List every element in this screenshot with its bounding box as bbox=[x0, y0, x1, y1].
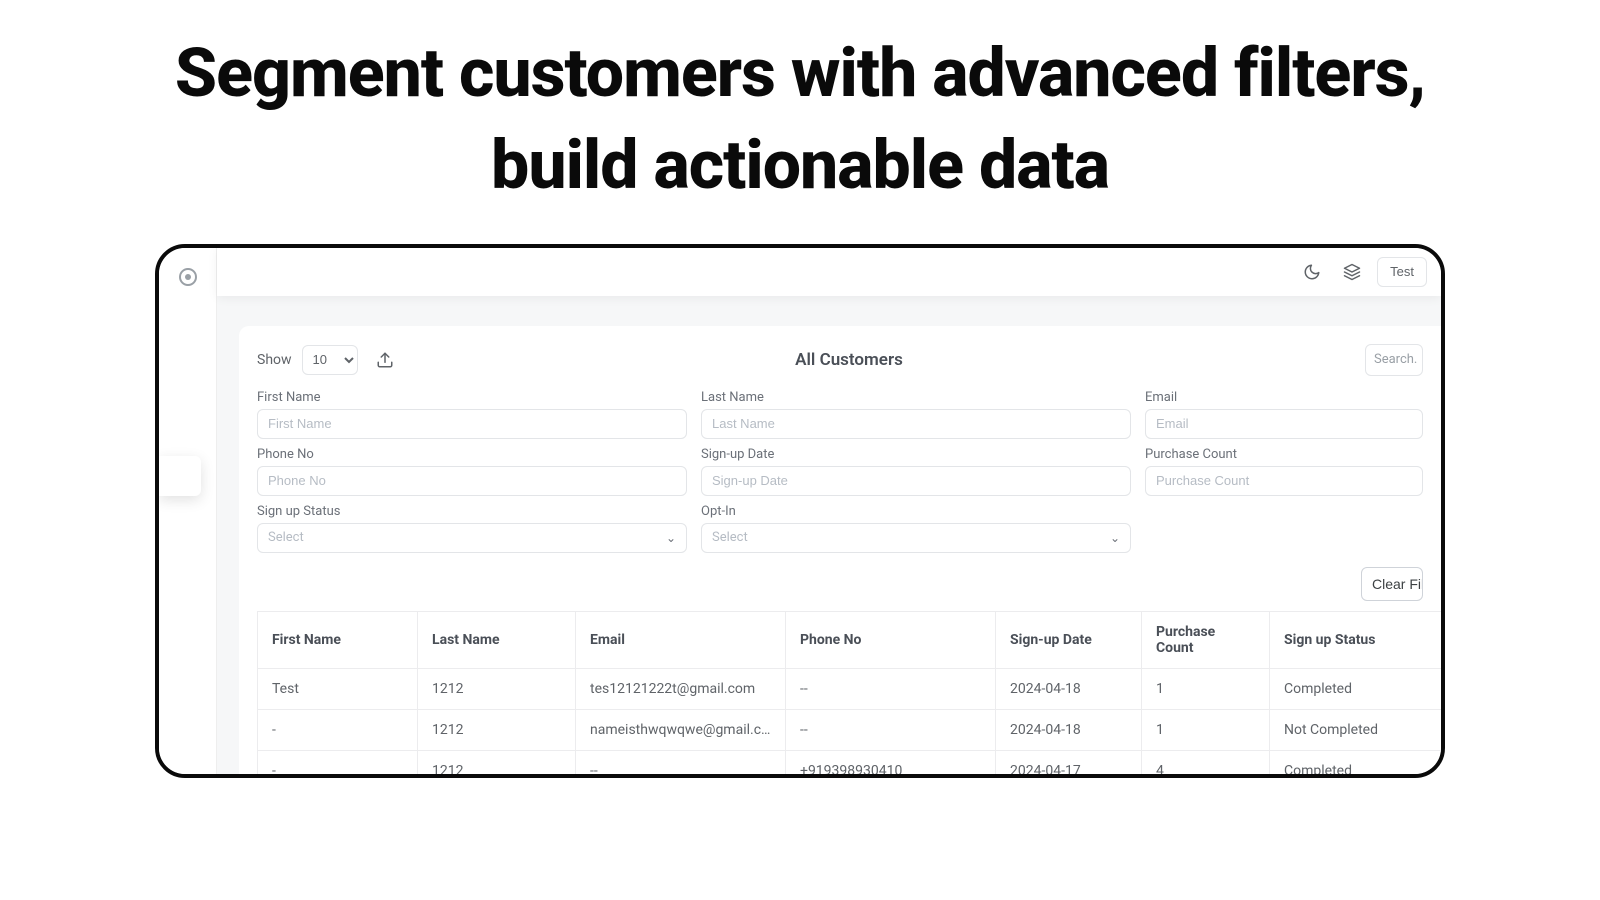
th-signup-status[interactable]: Sign up Status bbox=[1270, 611, 1442, 668]
cell-first-name: - bbox=[258, 709, 418, 750]
chevron-down-icon: ⌄ bbox=[666, 531, 676, 545]
customers-table: First Name Last Name Email Phone No Sign… bbox=[257, 611, 1442, 778]
filter-last-name: Last Name bbox=[701, 390, 1131, 439]
cell-last-name: 1212 bbox=[418, 709, 576, 750]
cell-purchase-count: 1 bbox=[1142, 668, 1270, 709]
clear-row: Clear Filters bbox=[257, 553, 1441, 611]
hero-heading: Segment customers with advanced filters,… bbox=[0, 0, 1600, 230]
test-button[interactable]: Test bbox=[1377, 257, 1427, 287]
rail-flyout-tab[interactable] bbox=[159, 456, 201, 496]
signup-date-input[interactable] bbox=[701, 466, 1131, 496]
hero-line-1: Segment customers with advanced filters, bbox=[175, 33, 1425, 113]
email-label: Email bbox=[1145, 390, 1423, 405]
cell-last-name: 1212 bbox=[418, 668, 576, 709]
cell-phone: -- bbox=[786, 668, 996, 709]
filter-purchase-count: Purchase Count bbox=[1145, 447, 1423, 496]
email-input[interactable] bbox=[1145, 409, 1423, 439]
target-icon[interactable] bbox=[179, 268, 197, 286]
layers-icon[interactable] bbox=[1337, 257, 1367, 287]
cell-purchase-count: 1 bbox=[1142, 709, 1270, 750]
signup-date-label: Sign-up Date bbox=[701, 447, 1131, 462]
cell-first-name: Test bbox=[258, 668, 418, 709]
panel-toolbar: Show 10 All Customers Search. bbox=[257, 344, 1441, 376]
page-size-select[interactable]: 10 bbox=[302, 345, 358, 375]
search-input[interactable]: Search. bbox=[1365, 344, 1423, 376]
cell-signup-date: 2024-04-17 bbox=[996, 750, 1142, 778]
cell-signup-status: Completed bbox=[1270, 750, 1442, 778]
cell-first-name: - bbox=[258, 750, 418, 778]
optin-select[interactable]: Select ⌄ bbox=[701, 523, 1131, 553]
filter-signup-status: Sign up Status Select ⌄ bbox=[257, 504, 687, 553]
phone-label: Phone No bbox=[257, 447, 687, 462]
table-row[interactable]: - 1212 nameisthwqwqwe@gmail.c... -- 2024… bbox=[258, 709, 1442, 750]
purchase-count-label: Purchase Count bbox=[1145, 447, 1423, 462]
first-name-label: First Name bbox=[257, 390, 687, 405]
signup-status-select[interactable]: Select ⌄ bbox=[257, 523, 687, 553]
cell-purchase-count: 4 bbox=[1142, 750, 1270, 778]
filter-phone: Phone No bbox=[257, 447, 687, 496]
filter-first-name: First Name bbox=[257, 390, 687, 439]
optin-label: Opt-In bbox=[701, 504, 1131, 519]
th-phone[interactable]: Phone No bbox=[786, 611, 996, 668]
left-rail bbox=[159, 248, 217, 774]
cell-signup-date: 2024-04-18 bbox=[996, 709, 1142, 750]
cell-last-name: 1212 bbox=[418, 750, 576, 778]
cell-phone: +919398930410 bbox=[786, 750, 996, 778]
clear-filters-button[interactable]: Clear Filters bbox=[1361, 567, 1423, 601]
panel-title: All Customers bbox=[795, 350, 903, 370]
table-row[interactable]: - 1212 -- +919398930410 2024-04-17 4 Com… bbox=[258, 750, 1442, 778]
cell-email: -- bbox=[576, 750, 786, 778]
main-panel: Show 10 All Customers Search. First Name… bbox=[239, 326, 1441, 774]
th-email[interactable]: Email bbox=[576, 611, 786, 668]
last-name-input[interactable] bbox=[701, 409, 1131, 439]
chevron-down-icon: ⌄ bbox=[1110, 531, 1120, 545]
filter-signup-date: Sign-up Date bbox=[701, 447, 1131, 496]
table-row[interactable]: Test 1212 tes12121222t@gmail.com -- 2024… bbox=[258, 668, 1442, 709]
filter-optin: Opt-In Select ⌄ bbox=[701, 504, 1131, 553]
first-name-input[interactable] bbox=[257, 409, 687, 439]
search-placeholder: Search. bbox=[1374, 352, 1417, 367]
th-last-name[interactable]: Last Name bbox=[418, 611, 576, 668]
moon-icon[interactable] bbox=[1297, 257, 1327, 287]
hero-line-2: build actionable data bbox=[491, 125, 1109, 205]
cell-signup-status: Completed bbox=[1270, 668, 1442, 709]
signup-status-placeholder: Select bbox=[268, 530, 304, 545]
export-icon[interactable] bbox=[372, 347, 398, 373]
phone-input[interactable] bbox=[257, 466, 687, 496]
signup-status-label: Sign up Status bbox=[257, 504, 687, 519]
cell-email: nameisthwqwqwe@gmail.c... bbox=[576, 709, 786, 750]
cell-signup-status: Not Completed bbox=[1270, 709, 1442, 750]
filters-grid: First Name Last Name Email Phone No Sign… bbox=[257, 390, 1441, 553]
table-header-row: First Name Last Name Email Phone No Sign… bbox=[258, 611, 1442, 668]
th-signup-date[interactable]: Sign-up Date bbox=[996, 611, 1142, 668]
cell-email: tes12121222t@gmail.com bbox=[576, 668, 786, 709]
clear-filters-label: Clear Filters bbox=[1372, 576, 1423, 592]
cell-signup-date: 2024-04-18 bbox=[996, 668, 1142, 709]
optin-placeholder: Select bbox=[712, 530, 748, 545]
app-frame: Test Show 10 All Customers Search. First… bbox=[155, 244, 1445, 778]
table-body: Test 1212 tes12121222t@gmail.com -- 2024… bbox=[258, 668, 1442, 778]
th-first-name[interactable]: First Name bbox=[258, 611, 418, 668]
th-purchase-count[interactable]: Purchase Count bbox=[1142, 611, 1270, 668]
filter-email: Email bbox=[1145, 390, 1423, 439]
show-label: Show bbox=[257, 352, 292, 368]
last-name-label: Last Name bbox=[701, 390, 1131, 405]
topbar: Test bbox=[217, 248, 1441, 296]
test-button-label: Test bbox=[1390, 264, 1414, 279]
purchase-count-input[interactable] bbox=[1145, 466, 1423, 496]
cell-phone: -- bbox=[786, 709, 996, 750]
